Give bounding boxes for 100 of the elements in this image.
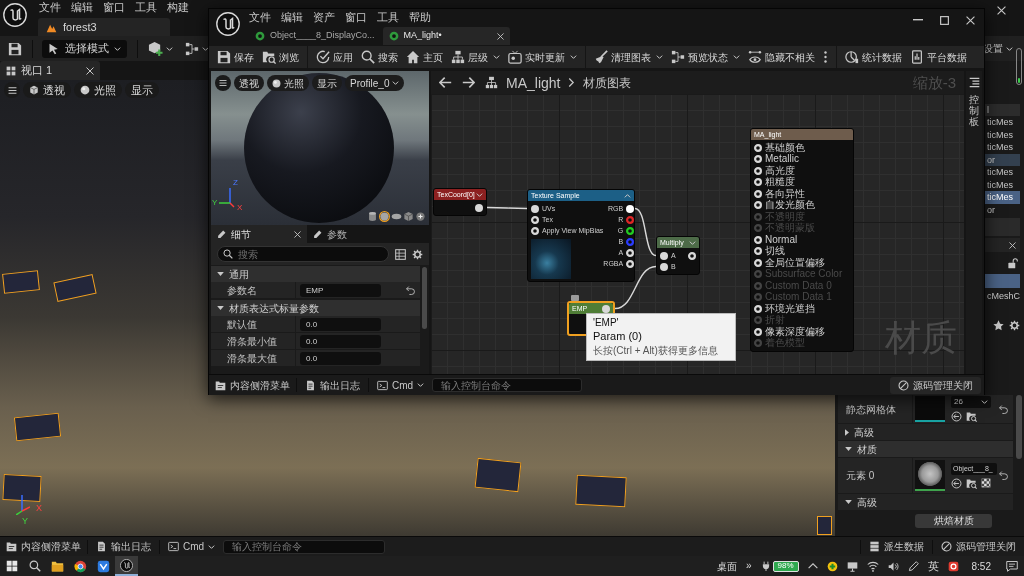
lock-icon[interactable] xyxy=(1007,258,1018,269)
nodes-icon[interactable] xyxy=(185,41,199,56)
close-icon[interactable] xyxy=(966,15,975,25)
menu-item[interactable]: 构建 xyxy=(167,2,189,13)
search-icon[interactable] xyxy=(29,560,41,572)
start-icon[interactable] xyxy=(6,560,18,572)
menu-item[interactable]: 窗口 xyxy=(103,2,125,13)
desktop-label[interactable]: 桌面 xyxy=(716,558,737,574)
pin-icon[interactable] xyxy=(626,226,635,235)
save-icon[interactable] xyxy=(217,50,231,64)
section-header[interactable]: 高级 xyxy=(838,494,1013,510)
output-log-button[interactable]: 输出日志 xyxy=(297,375,368,395)
level-tab[interactable]: forest3 xyxy=(38,18,170,36)
viewport-tab[interactable]: 视口 1 xyxy=(0,61,100,80)
grid-icon[interactable] xyxy=(6,65,16,76)
table-icon[interactable] xyxy=(395,248,406,260)
folder-icon[interactable] xyxy=(215,379,226,391)
caret-down-icon[interactable] xyxy=(656,55,663,59)
blocked-icon[interactable] xyxy=(941,541,952,552)
panel-tab[interactable]: 细节 xyxy=(211,225,307,243)
minimize-icon[interactable] xyxy=(913,19,923,21)
active-app-tile[interactable] xyxy=(115,556,138,576)
chevron-up-icon[interactable] xyxy=(807,563,818,569)
menu-icon[interactable] xyxy=(219,79,227,87)
console-input[interactable]: 输入控制台命令 xyxy=(432,378,583,392)
source-control-button[interactable]: 源码管理关闭 xyxy=(890,376,981,394)
toolbar-button[interactable]: 实时更新 xyxy=(504,46,581,68)
hierarchy-icon[interactable] xyxy=(485,76,498,89)
browser-icon[interactable] xyxy=(74,559,87,573)
sphere-icon[interactable] xyxy=(272,78,281,88)
outliner-row[interactable]: ticMes xyxy=(985,178,1020,191)
value-field[interactable]: EMP xyxy=(300,283,381,297)
output-log-button[interactable]: 输出日志 xyxy=(88,537,159,556)
toolbar-button[interactable]: 主页 xyxy=(402,46,447,68)
ring-icon[interactable] xyxy=(255,31,265,41)
outliner-row[interactable]: ticMes xyxy=(985,141,1020,154)
gear-icon[interactable] xyxy=(1009,320,1020,331)
clock[interactable]: 8:52 xyxy=(971,558,991,574)
pencil-icon[interactable] xyxy=(217,229,226,239)
close-icon[interactable] xyxy=(86,66,94,75)
pie-chart-icon[interactable] xyxy=(845,50,859,64)
ellipse-icon[interactable] xyxy=(391,211,402,222)
toolbar-button[interactable]: 平台数据 xyxy=(906,46,971,68)
app-icon[interactable] xyxy=(947,560,959,572)
eye-icon[interactable] xyxy=(748,50,762,64)
search-icon[interactable] xyxy=(223,249,233,259)
nodes-icon[interactable] xyxy=(671,50,685,64)
caret-down-icon[interactable] xyxy=(417,383,425,387)
checkerboard-icon[interactable] xyxy=(981,478,991,488)
caret-down-icon[interactable] xyxy=(733,55,740,59)
menu-item[interactable]: 帮助 xyxy=(409,12,431,23)
close-icon[interactable] xyxy=(997,6,1006,15)
menu-item[interactable]: 文件 xyxy=(39,2,61,13)
home-icon[interactable] xyxy=(406,50,420,64)
close-icon[interactable] xyxy=(1009,241,1016,249)
caret-down-icon[interactable] xyxy=(166,46,173,51)
pencil-icon[interactable] xyxy=(313,229,322,239)
search-field[interactable]: 搜索 xyxy=(217,246,389,262)
scrollbar[interactable] xyxy=(1015,395,1022,459)
forward-icon[interactable] xyxy=(462,76,475,89)
brush-icon[interactable] xyxy=(594,50,608,64)
close-icon[interactable] xyxy=(294,230,301,238)
caret-down-icon[interactable] xyxy=(217,306,224,310)
caret-down-icon[interactable] xyxy=(570,55,577,59)
app-logo-icon[interactable] xyxy=(216,12,240,36)
sphere-icon[interactable] xyxy=(80,85,90,95)
folder-search-icon[interactable] xyxy=(262,50,276,64)
view-mode-button[interactable]: 光照 xyxy=(267,75,309,91)
value-field[interactable]: 0.0 xyxy=(300,334,381,348)
device-icon[interactable] xyxy=(910,50,924,64)
settings-icon[interactable] xyxy=(412,248,423,260)
notification-icon[interactable] xyxy=(1006,560,1018,572)
blocked-icon[interactable] xyxy=(898,379,909,391)
terminal-icon[interactable] xyxy=(377,379,388,391)
monitor-icon[interactable] xyxy=(508,50,522,64)
bake-button[interactable]: 烘焙材质 xyxy=(915,513,992,528)
toolbar-button[interactable]: 应用 xyxy=(312,46,357,68)
list-icon[interactable] xyxy=(968,77,980,88)
reset-icon[interactable] xyxy=(999,404,1008,414)
component-row[interactable]: cMeshC xyxy=(985,289,1020,303)
asset-dropdown[interactable]: 26 xyxy=(951,396,991,408)
content-drawer-button[interactable]: 内容侧滑菜单 xyxy=(0,537,87,556)
folder-icon[interactable] xyxy=(51,559,64,573)
more-icon[interactable] xyxy=(824,51,827,63)
pen-icon[interactable] xyxy=(907,560,919,572)
save-icon[interactable] xyxy=(8,41,22,56)
wifi-icon[interactable] xyxy=(866,560,879,572)
app-logo-icon[interactable] xyxy=(120,558,133,572)
overflow-chevron[interactable]: » xyxy=(745,561,752,571)
toolbar-button[interactable]: 保存 xyxy=(213,46,258,68)
profile-dropdown[interactable]: Profile_0 xyxy=(345,75,405,91)
reset-icon[interactable] xyxy=(999,471,1008,480)
section-header[interactable]: 通用 xyxy=(211,266,420,282)
toolbar-button[interactable]: 预览状态 xyxy=(667,46,744,68)
outliner-row[interactable]: or xyxy=(985,203,1020,216)
document-icon[interactable] xyxy=(305,379,316,391)
cube-plus-icon[interactable] xyxy=(148,41,163,56)
outliner-row[interactable]: or xyxy=(985,153,1020,166)
caret-up-icon[interactable] xyxy=(624,193,631,198)
hierarchy-icon[interactable] xyxy=(451,50,465,64)
